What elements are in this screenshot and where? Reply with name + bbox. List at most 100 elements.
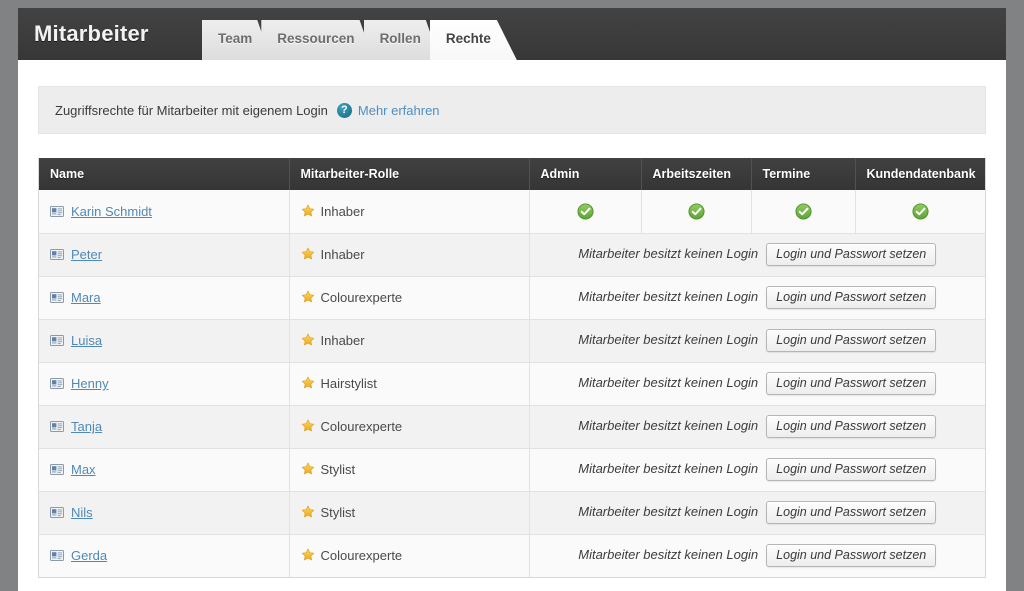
set-login-button[interactable]: Login und Passwort setzen: [766, 415, 937, 438]
table-row: Henny Hairstylist Mitarbeiter besitzt kein…: [39, 362, 985, 406]
cell-role: Inhaber: [289, 233, 530, 277]
employee-name-link[interactable]: Karin Schmidt: [71, 204, 152, 219]
employee-role-label: Hairstylist: [320, 376, 377, 391]
cell-no-login: Mitarbeiter besitzt keinen Login Login un…: [529, 233, 985, 277]
employee-name-link[interactable]: Max: [71, 462, 96, 477]
app-frame: Mitarbeiter Team Ressourcen Rollen Rechte Z…: [0, 0, 1024, 591]
vcard-icon: [50, 378, 64, 389]
employee-name-link[interactable]: Nils: [71, 505, 93, 520]
star-icon: [301, 204, 314, 217]
employee-name-link[interactable]: Tanja: [71, 419, 102, 434]
employee-role-label: Colourexperte: [320, 548, 403, 564]
cell-no-login: Mitarbeiter besitzt keinen Login Login un…: [529, 448, 985, 492]
employee-role-label: Inhaber: [320, 247, 365, 262]
permissions-table-container: Name Mitarbeiter-Rolle Admin Arbeitszeiten T…: [38, 158, 986, 578]
vcard-icon: [50, 335, 64, 346]
cell-role: Stylist: [289, 448, 530, 492]
star-icon: [301, 505, 314, 518]
green-check-icon: [576, 203, 594, 220]
column-header-role: Mitarbeiter-Rolle: [289, 158, 530, 190]
green-check-icon: [912, 203, 929, 220]
employee-role-label: Stylist: [320, 505, 356, 520]
permissions-table: Name Mitarbeiter-Rolle Admin Arbeitszeiten T…: [39, 158, 985, 577]
set-login-button[interactable]: Login und Passwort setzen: [766, 372, 937, 395]
employee-name-link[interactable]: Peter: [71, 247, 102, 262]
cell-role: Colourexperte: [289, 534, 530, 577]
learn-more-link[interactable]: Mehr erfahren: [358, 103, 440, 118]
table-row: Karin Schmidt Inhaber: [39, 190, 985, 234]
cell-no-login: Mitarbeiter besitzt keinen Login Login un…: [529, 534, 985, 577]
table-header: Name Mitarbeiter-Rolle Admin Arbeitszeiten T…: [39, 158, 985, 190]
employee-name-link[interactable]: Gerda: [71, 548, 107, 563]
cell-no-login: Mitarbeiter besitzt keinen Login Login un…: [529, 491, 985, 535]
cell-name: Mara: [39, 276, 290, 320]
cell-permission-work[interactable]: [641, 190, 752, 234]
table-row: Luisa Inhaber Mitarbeiter besitzt keinen L…: [39, 319, 985, 363]
star-icon: [301, 548, 314, 561]
star-icon: [301, 376, 314, 389]
page-title: Mitarbeiter: [34, 21, 149, 46]
no-login-text: Mitarbeiter besitzt keinen Login: [578, 245, 759, 261]
no-login-text: Mitarbeiter besitzt keinen Login: [578, 503, 759, 519]
notice-bar: Zugriffsrechte für Mitarbeiter mit eigen…: [38, 86, 986, 134]
cell-role: Stylist: [289, 491, 530, 535]
table-row: Mara Colourexperte Mitarbeiter besitzt kei…: [39, 276, 985, 320]
cell-role: Hairstylist: [289, 362, 530, 406]
star-icon: [301, 333, 314, 346]
vcard-icon: [50, 464, 64, 475]
employee-name-link[interactable]: Mara: [71, 290, 101, 305]
star-icon: [301, 419, 314, 432]
column-header-term: Termine: [751, 158, 856, 190]
vcard-icon: [50, 292, 64, 303]
page-container: Mitarbeiter Team Ressourcen Rollen Rechte Z…: [18, 8, 1006, 591]
employee-name-link[interactable]: Henny: [71, 376, 109, 391]
column-header-name: Name: [39, 158, 290, 190]
set-login-button[interactable]: Login und Passwort setzen: [766, 286, 937, 309]
content-area: Zugriffsrechte für Mitarbeiter mit eigen…: [18, 86, 1006, 591]
cell-name: Tanja: [39, 405, 290, 449]
green-check-icon: [687, 203, 705, 220]
cell-permission-term[interactable]: [751, 190, 856, 234]
cell-role: Colourexperte: [289, 405, 530, 449]
tab-ressourcen[interactable]: Ressourcen: [261, 20, 373, 60]
vcard-icon: [50, 507, 64, 518]
set-login-button[interactable]: Login und Passwort setzen: [766, 243, 937, 266]
table-row: Max Stylist Mitarbeiter besitzt keinen Log…: [39, 448, 985, 492]
star-icon: [301, 247, 314, 260]
employee-name-link[interactable]: Luisa: [71, 333, 102, 348]
no-login-text: Mitarbeiter besitzt keinen Login: [578, 331, 759, 347]
cell-no-login: Mitarbeiter besitzt keinen Login Login un…: [529, 319, 985, 363]
no-login-text: Mitarbeiter besitzt keinen Login: [578, 374, 759, 390]
vcard-icon: [50, 550, 64, 562]
table-body: Karin Schmidt Inhaber Peter Inhaber Mitarbei…: [39, 190, 985, 577]
cell-permission-cust[interactable]: [855, 190, 985, 234]
green-check-icon: [794, 203, 812, 220]
set-login-button[interactable]: Login und Passwort setzen: [766, 501, 937, 524]
cell-role: Colourexperte: [289, 276, 530, 320]
top-header-bar: Mitarbeiter Team Ressourcen Rollen Rechte: [18, 8, 1006, 60]
tab-rechte[interactable]: Rechte: [430, 20, 517, 60]
cell-name: Peter: [39, 233, 290, 277]
table-row: Gerda Colourexperte Mitarbeiter besitzt ke…: [39, 534, 985, 577]
column-header-admin: Admin: [529, 158, 642, 190]
cell-name: Max: [39, 448, 290, 492]
set-login-button[interactable]: Login und Passwort setzen: [766, 458, 937, 481]
cell-name: Luisa: [39, 319, 290, 363]
no-login-text: Mitarbeiter besitzt keinen Login: [578, 547, 759, 563]
column-header-cust: Kundendatenbank: [855, 158, 985, 190]
cell-name: Henny: [39, 362, 290, 406]
tab-team[interactable]: Team: [202, 20, 271, 60]
star-icon: [301, 290, 314, 303]
tab-rollen[interactable]: Rollen: [364, 20, 440, 60]
cell-role: Inhaber: [289, 190, 530, 234]
cell-name: Gerda: [39, 534, 290, 577]
employee-role-label: Inhaber: [320, 203, 365, 219]
set-login-button[interactable]: Login und Passwort setzen: [766, 329, 937, 352]
no-login-text: Mitarbeiter besitzt keinen Login: [578, 460, 759, 476]
set-login-button[interactable]: Login und Passwort setzen: [766, 544, 937, 568]
question-mark-icon[interactable]: ?: [336, 102, 352, 118]
table-row: Peter Inhaber Mitarbeiter besitzt keinen L…: [39, 233, 985, 277]
table-header-row: Name Mitarbeiter-Rolle Admin Arbeitszeiten T…: [39, 158, 985, 190]
cell-permission-admin[interactable]: [529, 190, 642, 234]
table-row: Nils Stylist Mitarbeiter besitzt keinen Lo…: [39, 491, 985, 535]
